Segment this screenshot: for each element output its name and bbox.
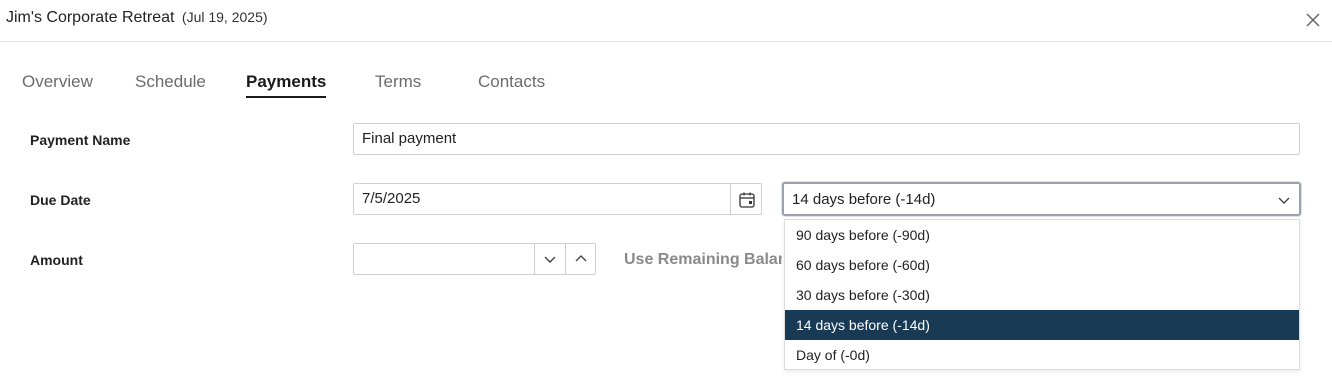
chevron-down-icon [544,256,556,263]
payment-name-input[interactable]: Final payment [353,123,1300,155]
amount-label: Amount [30,252,83,268]
tab-schedule[interactable]: Schedule [135,72,206,92]
amount-increment-button[interactable] [565,244,596,274]
page-title: Jim's Corporate Retreat (Jul 19, 2025) [6,9,268,27]
chevron-up-icon [575,255,587,262]
amount-decrement-button[interactable] [534,244,565,274]
chevron-down-icon [1278,197,1290,204]
tab-contacts[interactable]: Contacts [478,72,545,92]
calendar-icon [738,192,755,208]
event-date: (Jul 19, 2025) [181,9,268,25]
tab-terms[interactable]: Terms [375,72,421,92]
due-offset-value: 14 days before (-14d) [792,191,936,208]
tab-bar: Overview Schedule Payments Terms Contact… [0,70,700,100]
dropdown-option-selected[interactable]: 14 days before (-14d) [785,310,1299,340]
tab-payments[interactable]: Payments [246,72,327,98]
event-title: Jim's Corporate Retreat [6,9,175,26]
due-date-label: Due Date [30,192,91,208]
modal-header: Jim's Corporate Retreat (Jul 19, 2025) [0,0,1332,42]
tab-overview[interactable]: Overview [22,72,93,92]
calendar-button[interactable] [730,184,762,215]
due-offset-dropdown: 90 days before (-90d) 60 days before (-6… [784,219,1300,370]
dropdown-option[interactable]: 30 days before (-30d) [785,280,1299,310]
dropdown-option[interactable]: 60 days before (-60d) [785,250,1299,280]
payment-name-label: Payment Name [30,132,131,148]
close-icon[interactable] [1302,9,1324,31]
due-offset-select[interactable]: 14 days before (-14d) [782,182,1301,216]
dropdown-option[interactable]: 90 days before (-90d) [785,220,1299,250]
dropdown-option[interactable]: Day of (-0d) [785,340,1299,370]
use-remaining-balance-button[interactable]: Use Remaining Balance [624,251,782,269]
due-date-value: 7/5/2025 [362,190,421,207]
due-date-input[interactable]: 7/5/2025 [353,183,762,215]
